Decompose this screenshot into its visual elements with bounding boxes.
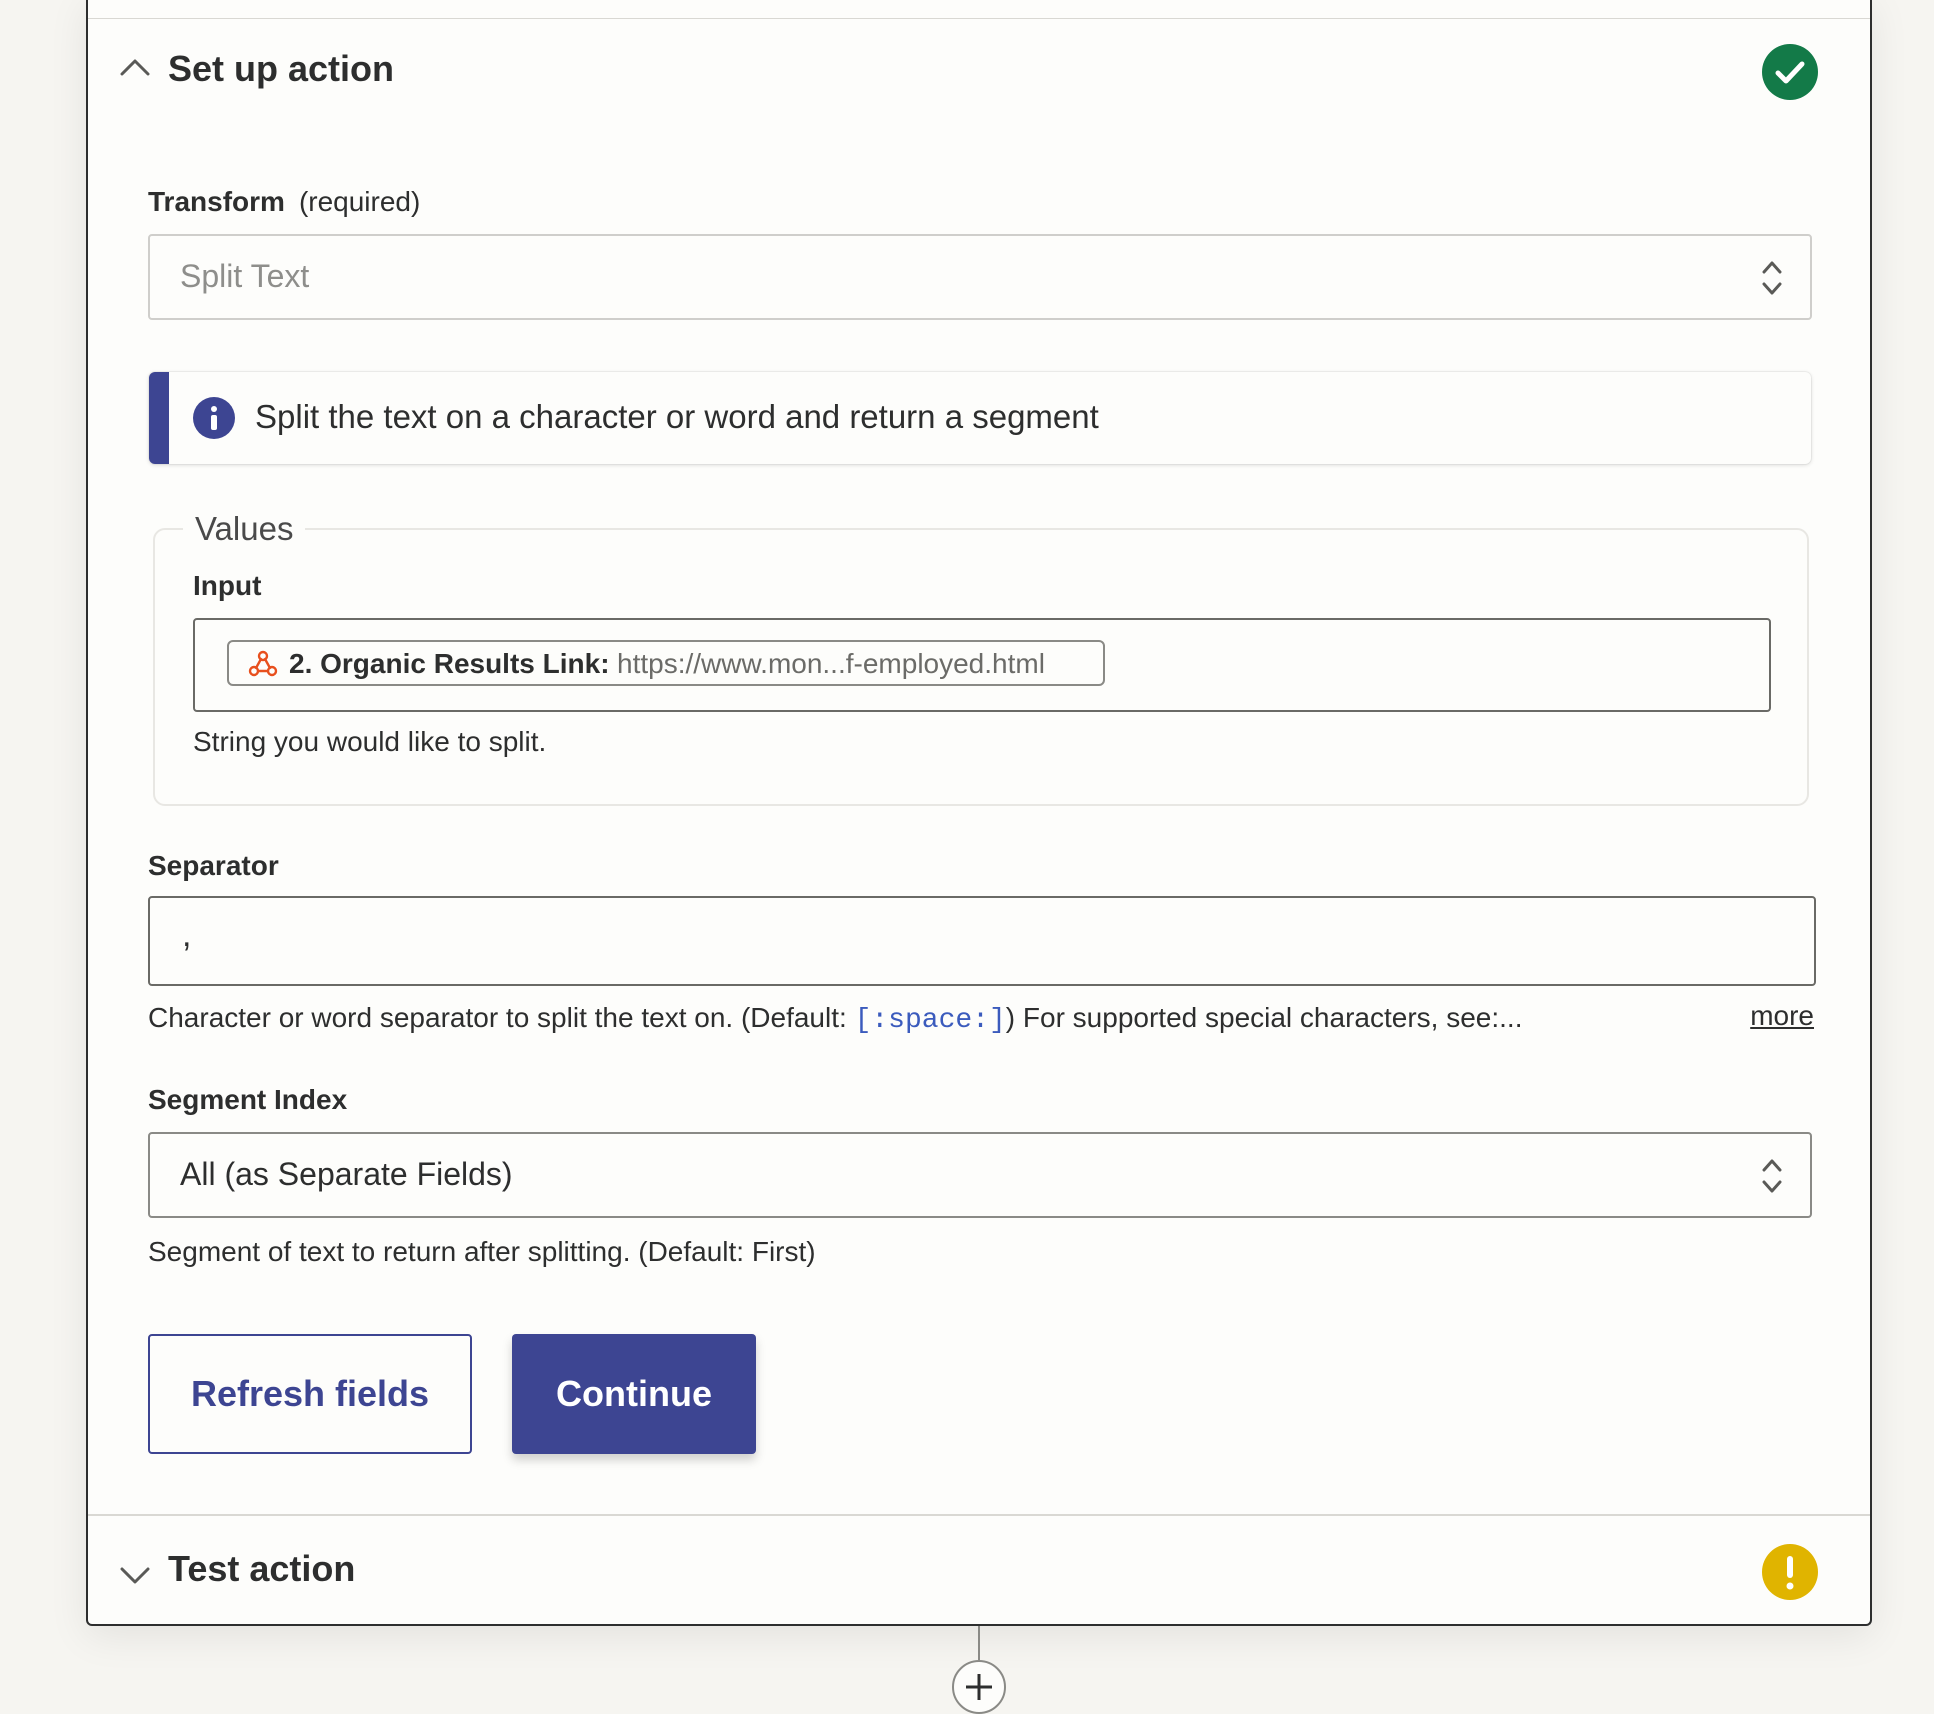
separator-default-code: [:space:] bbox=[854, 1005, 1006, 1036]
chevron-down-icon[interactable] bbox=[118, 1558, 152, 1592]
segment-index-label: Segment Index bbox=[148, 1084, 348, 1115]
info-accent-bar bbox=[149, 372, 169, 464]
pill-field-value: https://www.mon...f-employed.html bbox=[617, 648, 1045, 679]
test-section-title: Test action bbox=[168, 1548, 356, 1589]
segment-index-help: Segment of text to return after splittin… bbox=[148, 1236, 816, 1267]
values-legend: Values bbox=[183, 510, 306, 548]
separator-label: Separator bbox=[148, 850, 279, 881]
section-divider bbox=[88, 1514, 1870, 1516]
test-section-header[interactable]: Test action bbox=[88, 1518, 1870, 1618]
info-icon bbox=[193, 397, 235, 439]
separator-input[interactable]: , bbox=[148, 896, 1816, 986]
separator-value: , bbox=[182, 916, 192, 954]
setup-section-header[interactable]: Set up action bbox=[88, 20, 1870, 120]
pill-field-name: 2. Organic Results Link: bbox=[289, 648, 610, 679]
required-marker: (required) bbox=[298, 186, 421, 217]
segment-index-value: All (as Separate Fields) bbox=[180, 1156, 513, 1192]
step-connector-line bbox=[978, 1626, 980, 1660]
transform-label: Transform (required) bbox=[148, 186, 420, 218]
transform-select-value: Split Text bbox=[180, 258, 310, 294]
transform-label-text: Transform bbox=[148, 186, 285, 217]
info-banner: Split the text on a character or word an… bbox=[149, 372, 1811, 464]
info-text: Split the text on a character or word an… bbox=[255, 398, 1099, 435]
input-help: String you would like to split. bbox=[193, 726, 547, 757]
chevron-up-icon[interactable] bbox=[118, 50, 152, 84]
mapped-field-pill[interactable]: 2. Organic Results Link: https://www.mon… bbox=[227, 640, 1105, 686]
more-link[interactable]: more bbox=[1750, 1000, 1814, 1032]
separator-help-suffix: ) For supported special characters, see:… bbox=[1005, 1002, 1523, 1033]
continue-button[interactable]: Continue bbox=[512, 1334, 756, 1454]
refresh-fields-button[interactable]: Refresh fields bbox=[148, 1334, 472, 1454]
plus-icon bbox=[966, 1674, 992, 1700]
step-card: Set up action Transform (required) Split … bbox=[86, 0, 1872, 1626]
select-arrows-icon bbox=[1760, 258, 1784, 298]
webhook-icon bbox=[247, 648, 279, 680]
separator-help: Character or word separator to split the… bbox=[148, 1002, 1522, 1036]
input-label: Input bbox=[193, 570, 262, 601]
setup-section-title: Set up action bbox=[168, 48, 395, 89]
separator-help-prefix: Character or word separator to split the… bbox=[148, 1002, 855, 1033]
transform-select[interactable]: Split Text bbox=[148, 234, 1812, 320]
select-arrows-icon bbox=[1760, 1156, 1784, 1196]
top-divider bbox=[88, 18, 1870, 19]
add-step-button[interactable] bbox=[952, 1660, 1006, 1714]
segment-index-select[interactable]: All (as Separate Fields) bbox=[148, 1132, 1812, 1218]
warning-icon bbox=[1762, 1544, 1818, 1600]
check-circle-icon bbox=[1762, 44, 1818, 100]
input-field[interactable]: 2. Organic Results Link: https://www.mon… bbox=[193, 618, 1771, 712]
